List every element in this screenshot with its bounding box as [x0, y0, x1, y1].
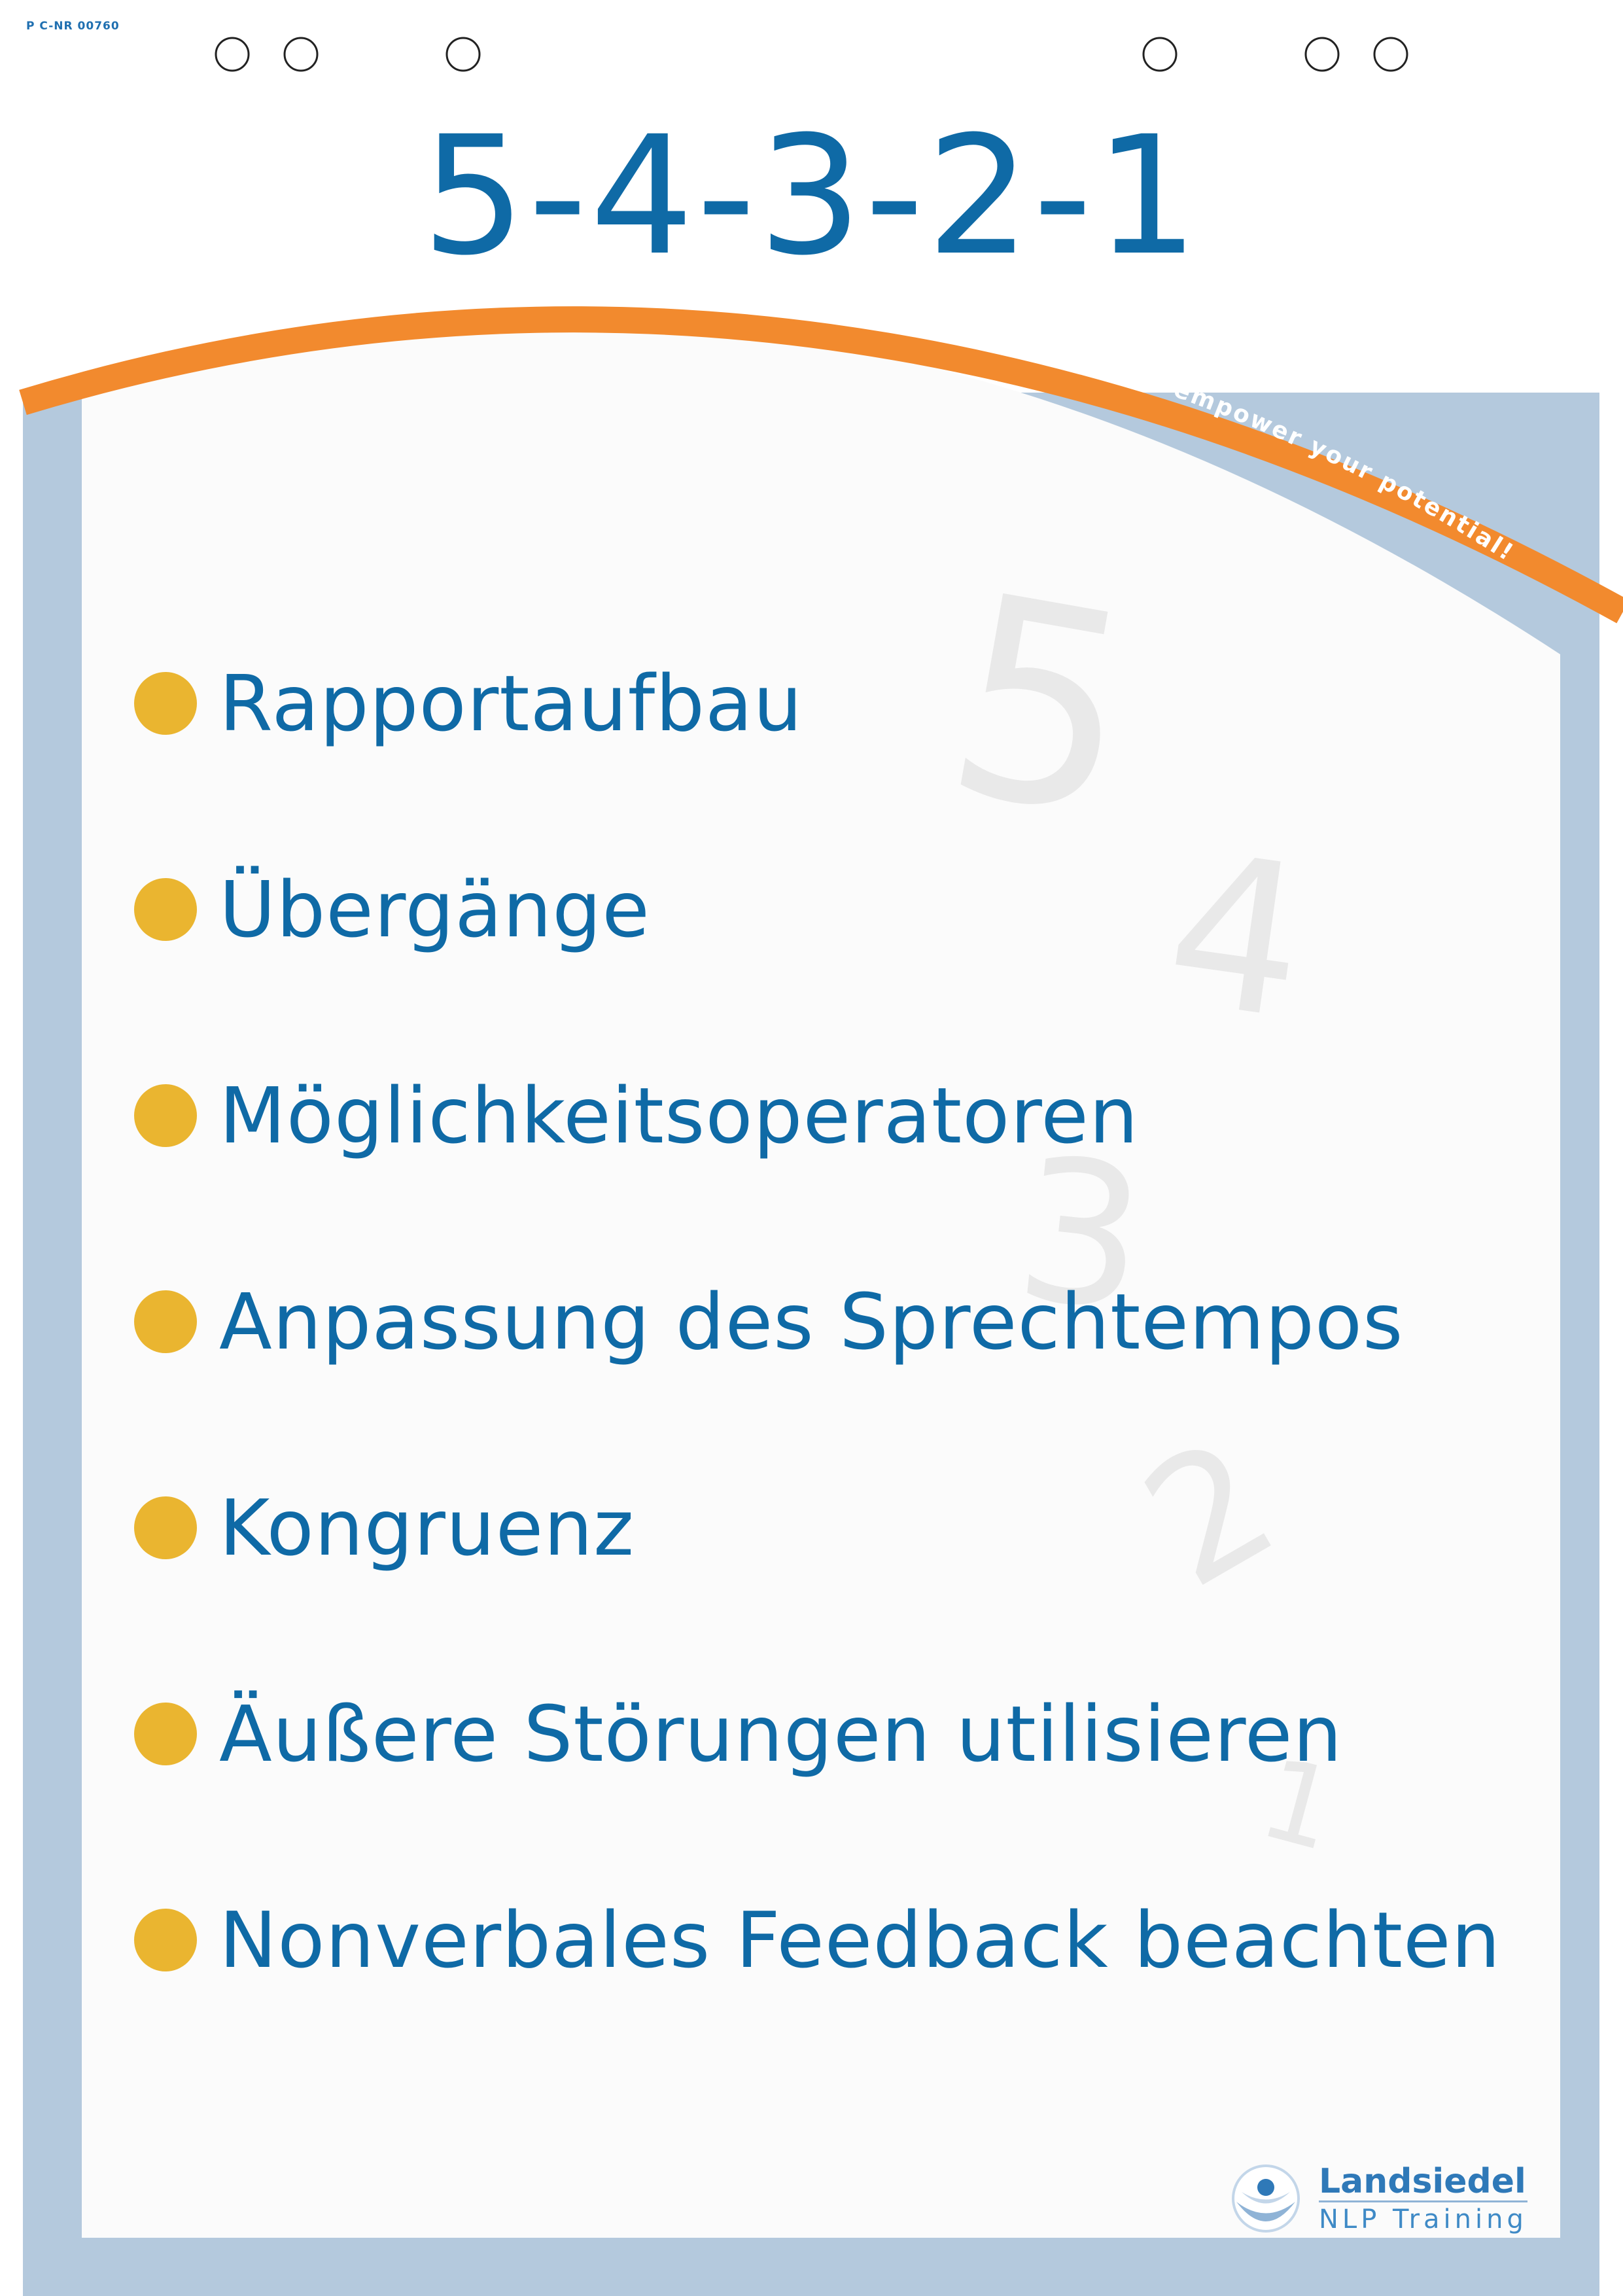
list-item-text: Nonverbales Feedback beachten — [219, 1895, 1501, 1985]
list-item-text: Übergänge — [219, 864, 650, 955]
document-code: P C-NR 00760 — [26, 20, 120, 33]
punch-hole — [283, 37, 319, 72]
list-item: Übergänge — [134, 857, 650, 962]
punch-hole — [215, 37, 250, 72]
bullet-dot — [134, 878, 197, 941]
company-logo: Landsiedel NLP Training — [1230, 2159, 1527, 2238]
list-item-text: Möglichkeitsoperatoren — [219, 1070, 1139, 1161]
list-item-text: Äußere Störungen utilisieren — [219, 1689, 1343, 1779]
list-item: Anpassung des Sprechtempos — [134, 1269, 1404, 1374]
list-item: Rapportaufbau — [134, 651, 803, 756]
list-item: Möglichkeitsoperatoren — [134, 1063, 1139, 1168]
logo-person-icon — [1232, 2164, 1300, 2233]
logo-name: Landsiedel — [1319, 2161, 1526, 2201]
bullet-dot — [134, 1496, 197, 1559]
punch-hole — [1304, 37, 1340, 72]
bullet-dot — [134, 1909, 197, 1971]
list-item-text: Kongruenz — [219, 1483, 635, 1573]
punch-holes — [215, 37, 1408, 72]
list-item: Kongruenz — [134, 1475, 635, 1580]
punch-hole — [445, 37, 481, 72]
flipchart-page: ... empower your potential! 5 4 3 2 1 P … — [0, 0, 1623, 2296]
bullet-dot — [134, 1290, 197, 1353]
logo-subtitle: NLP Training — [1319, 2200, 1527, 2235]
bullet-dot — [134, 1703, 197, 1765]
list-item: Nonverbales Feedback beachten — [134, 1888, 1501, 1992]
page-title: 5-4-3-2-1 — [421, 101, 1202, 291]
list-item-text: Rapportaufbau — [219, 658, 803, 749]
list-item-text: Anpassung des Sprechtempos — [219, 1277, 1404, 1367]
punch-hole — [1373, 37, 1408, 72]
punch-hole — [1142, 37, 1178, 72]
bullet-dot — [134, 1084, 197, 1147]
bullet-dot — [134, 672, 197, 735]
list-item: Äußere Störungen utilisieren — [134, 1682, 1342, 1786]
